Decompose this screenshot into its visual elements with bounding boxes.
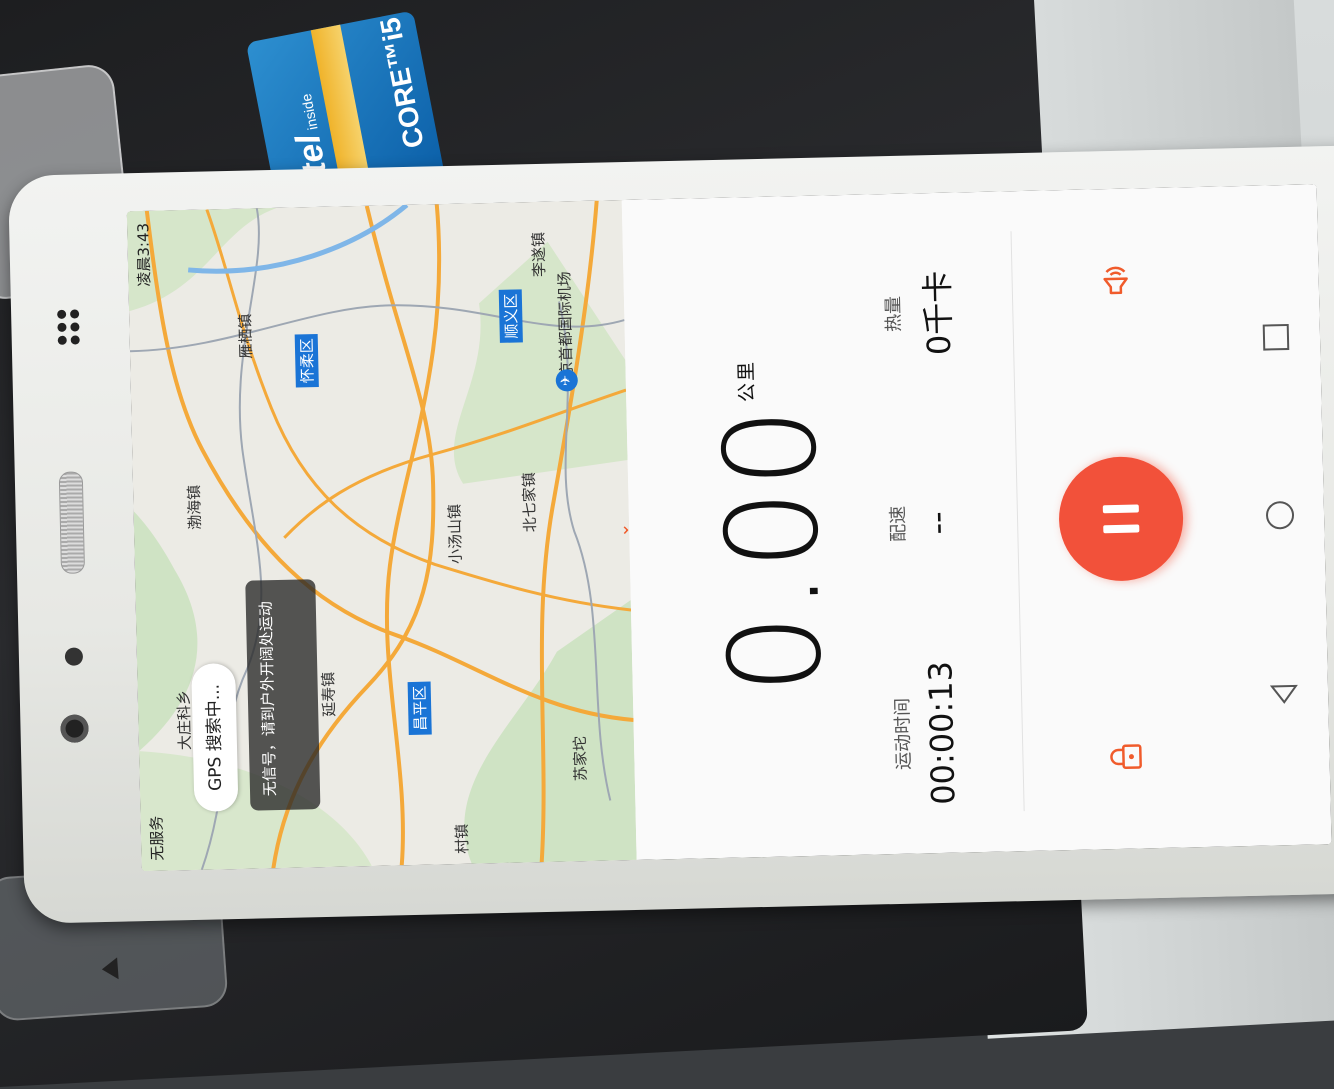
phone-screen: 无服务 凌晨3:43 GPS 搜索中... 无信号，请到户外开阔处运动 大庄科乡… [126,184,1332,872]
map-place-label: 李遂镇 [529,231,549,278]
district-badge: 昌平区 [407,681,432,736]
map-place-label: 小汤山镇 [445,503,465,565]
map-view[interactable]: 无服务 凌晨3:43 GPS 搜索中... 无信号，请到户外开阔处运动 大庄科乡… [126,200,637,872]
no-signal-toast: 无信号，请到户外开阔处运动 [245,579,321,811]
distance-unit: 公里 [735,359,759,403]
lock-icon[interactable] [1106,736,1147,777]
pace-label: 配速 [887,505,910,543]
map-place-label: 雁栖镇 [236,313,256,359]
recent-apps-icon[interactable] [1259,320,1294,355]
pause-bar [1103,524,1140,534]
intel-tagline: inside [297,92,321,132]
sound-icon[interactable] [1095,260,1136,301]
map-place-label: 大庄科乡 [174,689,195,751]
map-place-label: 渤海镇 [185,484,205,531]
district-badge: 顺义区 [498,289,523,343]
proximity-sensor [64,647,84,666]
distance-value: 0.00 [696,403,850,696]
pace-value: -- [917,511,957,535]
pace-stat: 配速 -- [882,423,959,625]
front-camera [60,714,89,743]
map-place-label: 苏家坨 [570,735,590,782]
map-place-label: 延寿镇 [319,671,339,718]
calories-label: 热量 [882,295,905,333]
divider [1010,231,1025,812]
distance-display: 0.00公里 [692,195,854,858]
map-place-label: 北七家镇 [519,472,540,533]
system-nav-bar [1242,185,1317,846]
duration-label: 运动时间 [892,697,915,771]
gps-status-pill: GPS 搜索中... [191,662,239,812]
back-icon[interactable] [1267,676,1302,711]
district-badge: 怀柔区 [294,333,319,388]
duration-value: 00:00:13 [921,660,963,806]
status-time: 凌晨3:43 [134,222,154,287]
carrier-text: 无服务 [147,815,167,861]
duration-stat: 运动时间 00:00:13 [887,633,964,835]
earpiece-grill [57,309,80,345]
triangle-mark [101,957,119,981]
calories-stat: 热量 0千卡 [877,212,962,414]
workout-stats-panel: 0.00公里 运动时间 00:00:13 配速 -- 热量 0千卡 [621,184,1332,860]
workout-app: 无服务 凌晨3:43 GPS 搜索中... 无信号，请到户外开阔处运动 大庄科乡… [126,184,1332,872]
calories-value: 0千卡 [918,270,959,356]
pause-bar [1102,504,1139,514]
pause-button[interactable] [1057,455,1185,583]
map-place-label: 村镇 [452,823,472,855]
stats-row: 运动时间 00:00:13 配速 -- 热量 0千卡 [877,194,963,854]
home-icon[interactable] [1263,498,1298,533]
phone: 无服务 凌晨3:43 GPS 搜索中... 无信号，请到户外开阔处运动 大庄科乡… [8,145,1334,924]
earpiece-speaker [58,471,86,574]
